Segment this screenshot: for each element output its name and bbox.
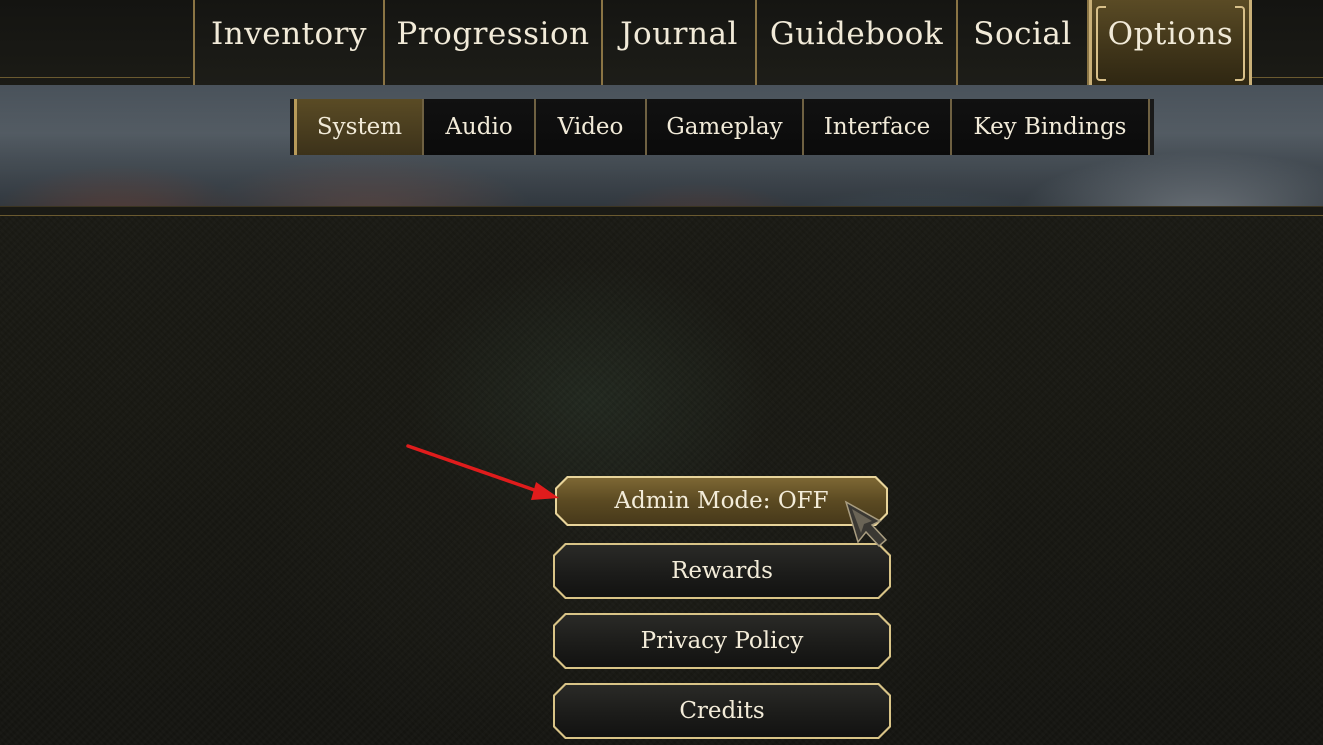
tab-social[interactable]: Social [958, 0, 1089, 85]
subtab-system[interactable]: System [294, 99, 422, 155]
tab-journal[interactable]: Journal [603, 0, 757, 85]
red-arrow-icon [406, 444, 559, 500]
privacy-policy-button[interactable]: Privacy Policy [553, 613, 891, 669]
rewards-button[interactable]: Rewards [553, 543, 891, 599]
subtab-key-bindings[interactable]: Key Bindings [950, 99, 1150, 155]
tab-inventory[interactable]: Inventory [193, 0, 385, 85]
tab-guidebook[interactable]: Guidebook [757, 0, 958, 85]
subtab-video[interactable]: Video [534, 99, 645, 155]
options-sub-tabs: System Audio Video Gameplay Interface Ke… [290, 99, 1154, 155]
banner-divider [0, 206, 1323, 216]
main-tabs: Inventory Progression Journal Guidebook … [193, 0, 1252, 85]
subtab-interface[interactable]: Interface [802, 99, 950, 155]
credits-button[interactable]: Credits [553, 683, 891, 739]
rewards-label: Rewards [671, 558, 773, 584]
subtab-gameplay[interactable]: Gameplay [645, 99, 802, 155]
top-rule-left [0, 77, 190, 78]
admin-mode-toggle-button[interactable]: Admin Mode: OFF [555, 476, 888, 526]
privacy-policy-label: Privacy Policy [640, 628, 804, 654]
tab-progression[interactable]: Progression [385, 0, 603, 85]
top-navigation-bar: Inventory Progression Journal Guidebook … [0, 0, 1323, 85]
tab-options[interactable]: Options [1089, 0, 1252, 85]
credits-label: Credits [679, 698, 765, 724]
admin-mode-label: Admin Mode: OFF [614, 488, 829, 514]
subtab-audio[interactable]: Audio [422, 99, 534, 155]
top-rule-right [1252, 77, 1323, 78]
